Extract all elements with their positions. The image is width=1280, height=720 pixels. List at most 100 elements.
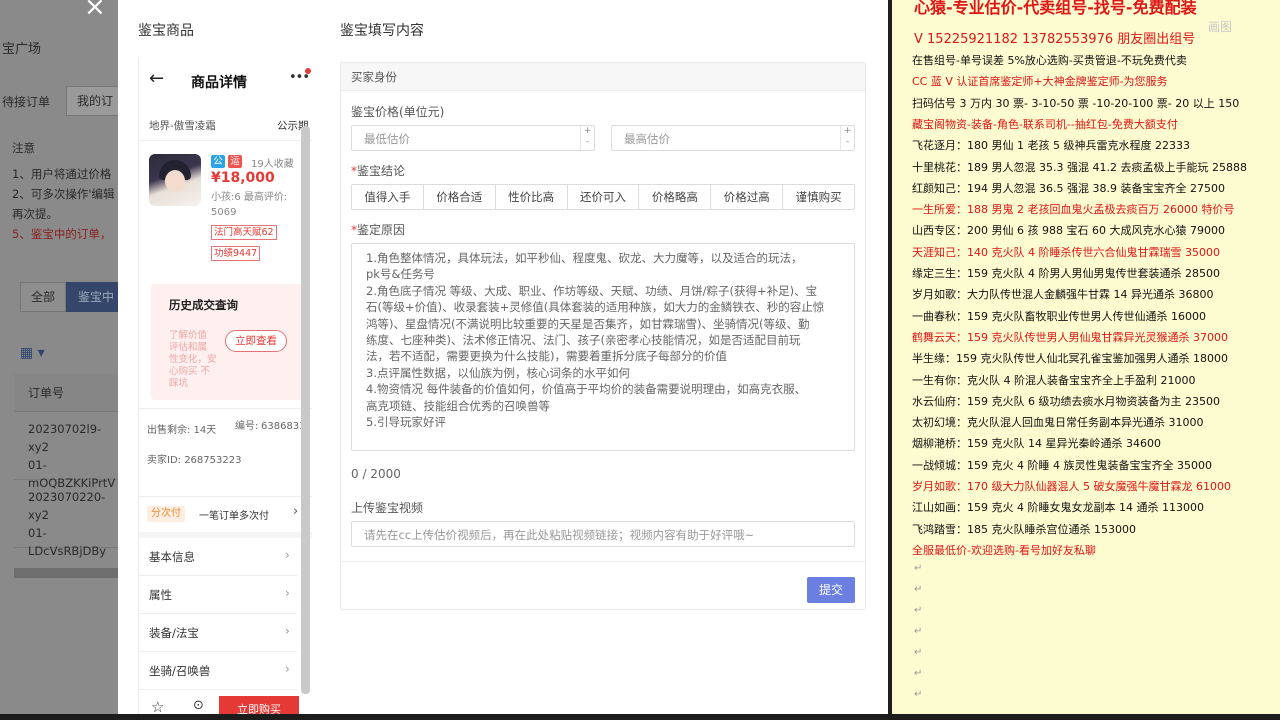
back-arrow-icon[interactable]: ← [149, 68, 164, 89]
listing-line: CC 蓝 V 认证首席鉴定师+大神金牌鉴定师-为您服务 [912, 75, 1168, 89]
conclusion-option[interactable]: 价格过高 [711, 185, 784, 209]
max-price-input[interactable]: 最高估价 + - [611, 125, 855, 151]
conclusion-option[interactable]: 价格略高 [639, 185, 712, 209]
paragraph-mark-icon: ↵ [914, 563, 923, 575]
chevron-right-icon: › [293, 504, 299, 519]
reason-placeholder-line: 高克项链、技能组合优秀的召唤兽等 [366, 398, 550, 413]
divider [139, 140, 312, 141]
reason-placeholder-line: 石(等级+价值)、收录套装+灵修值(具体套装的适用种族，如大力的金鳞铁衣、秒的容… [366, 300, 825, 315]
chevron-right-icon: › [285, 624, 290, 638]
installment-row[interactable]: 分次付 一笔订单多次付 › [147, 504, 307, 526]
min-price-placeholder: 最低估价 [364, 132, 410, 146]
listing-line: 岁月如歌：170 级大力队仙器混人 5 破女魔强牛魔甘霖龙 61000 [912, 480, 1231, 493]
reason-placeholder-line: 4.物资情况 每件装备的价值如何，价值高于平均价的装备需要说明理由，如高克衣服、 [366, 382, 807, 397]
paragraph-mark-icon: ↵ [914, 584, 923, 596]
order-id-part: 2023070220-xy2 [28, 490, 106, 522]
avatar-face [165, 170, 185, 192]
listing-line: 烟柳滟桥：159 克火队 14 星异光秦岭通杀 34600 [912, 437, 1161, 451]
conclusion-option[interactable]: 价格合适 [424, 185, 496, 209]
orders-table: 订单号 20230702l9-xy2 01- mOQBZKKiPrtV 2023… [14, 374, 118, 558]
video-link-placeholder: 请先在cc上传估价视频后，再在此处粘贴视频链接；视频内容有助于好评哦~ [364, 528, 755, 542]
chevron-right-icon: › [285, 548, 290, 562]
conclusion-option[interactable]: 还价可入 [568, 185, 640, 209]
notice-line-warning: 5、鉴宝中的订单， [12, 227, 112, 241]
divider [139, 408, 312, 409]
nav-item-label: 基本信息 [149, 550, 195, 564]
history-trade-card: 历史成交查询 了解价值 评估和属 性变化，安心购买 不踩坑 立即查看 [151, 284, 309, 400]
filter-appraising[interactable]: 鉴宝中 [66, 282, 118, 312]
listing-line: 一生有你：克火队 4 阶混人装备宝宝齐全上手盈利 21000 [912, 373, 1196, 387]
video-link-input[interactable]: 请先在cc上传估价视频后，再在此处粘贴视频链接；视频内容有助于好评哦~ [351, 521, 855, 547]
table-row[interactable]: 20230702l9-xy2 01- mOQBZKKiPrtV [14, 412, 118, 490]
reason-label: *鉴定原因 [351, 223, 406, 237]
nav-item-equipment[interactable]: 装备/法宝 › [139, 614, 297, 652]
conclusion-option[interactable]: 谨慎购买 [783, 185, 854, 209]
listing-line: 山西专区：200 男仙 6 孩 988 宝石 60 大成风克水心猿 79000 [912, 224, 1225, 238]
column-order-number: 订单号 [14, 374, 118, 412]
reason-label-text: 鉴定原因 [357, 223, 406, 237]
horizontal-scrollbar[interactable] [14, 568, 118, 578]
preview-scrollbar[interactable] [301, 126, 310, 694]
paragraph-mark-icon: ↵ [914, 689, 923, 701]
background-page: × 宝广场 待接订单 我的订 注意 1、用户将通过价格 2、可多次操作'编辑 再… [0, 0, 118, 720]
history-title: 历史成交查询 [169, 298, 238, 312]
reason-placeholder-line: 1.角色整体情况，具体玩法，如平秒仙、程度鬼、砍龙、大力魔等，以及适合的玩法， [366, 251, 803, 265]
bottom-bar [0, 714, 1280, 720]
character-avatar [149, 154, 201, 206]
chevron-right-icon: › [285, 662, 290, 676]
listing-line: 一生所爱：188 男鬼 2 老孩回血鬼火孟极去痰百万 26000 特价号 [912, 203, 1235, 217]
contact-phones: V 15225921182 13782553976 朋友圈出组号 [914, 32, 1196, 47]
public-badge: 公 [211, 155, 225, 168]
close-icon[interactable]: × [84, 0, 106, 22]
listing-line: 飞鸿踏雪：185 克火队睡杀宫位通杀 153000 [912, 522, 1136, 536]
nav-item-label: 坐骑/召唤兽 [149, 664, 211, 678]
attribute-tag: 法门高天赋62 [211, 225, 277, 240]
video-label: 上传鉴宝视频 [351, 501, 424, 515]
conclusion-option[interactable]: 值得入手 [352, 185, 424, 209]
listing-line: 鹤舞云天：159 克火队传世男人男仙鬼甘霖异光灵猴通杀 37000 [912, 330, 1228, 344]
listing-line: 水云仙府：159 克火队 6 级功绩去痰水月物资装备为主 23500 [912, 394, 1220, 408]
paragraph-mark-icon: ↵ [914, 605, 923, 617]
listing-line: 缘定三生：159 克火队 4 阶男人男仙男鬼传世套装通杀 28500 [912, 267, 1220, 280]
listing-id: 6386833 [261, 421, 306, 432]
nav-item-mounts[interactable]: 坐骑/召唤兽 › [139, 652, 297, 690]
notice-line: 再次提。 [12, 207, 58, 221]
favorites-count: 19人收藏 [251, 159, 294, 170]
product-price: ¥18,000 [211, 170, 275, 186]
listing-line: 扫码估号 3 万内 30 票- 3-10-50 票 -10-20-100 票- … [912, 96, 1240, 110]
tab-my-orders[interactable]: 我的订 [66, 86, 118, 116]
tab-pending-orders[interactable]: 待接订单 [0, 90, 56, 114]
stepper-icon[interactable]: + - [840, 126, 854, 150]
divider [139, 496, 312, 497]
conclusion-options: 值得入手 价格合适 性价比高 还价可入 价格略高 价格过高 谨慎购买 [351, 184, 855, 210]
reason-textarea[interactable]: 1.角色整体情况，具体玩法，如平秒仙、程度鬼、砍龙、大力魔等，以及适合的玩法， … [351, 243, 855, 451]
reason-placeholder-line: pk号&任务号 [366, 267, 435, 282]
tab-bar: 待接订单 我的订 [0, 86, 118, 116]
installment-text: 一笔订单多次付 [199, 511, 269, 522]
nav-item-attributes[interactable]: 属性 › [139, 576, 297, 614]
order-id-part: LDcVsRBjDBy [28, 544, 107, 558]
min-price-input[interactable]: 最低估价 + - [351, 125, 595, 151]
filter-all[interactable]: 全部 [20, 282, 66, 312]
stepper-icon[interactable]: + - [580, 126, 594, 150]
installment-tag: 分次付 [147, 506, 185, 522]
nav-item-basic-info[interactable]: 基本信息 › [139, 538, 297, 576]
listing-line: 一战倾城：159 克火 4 阶睡 4 族灵性鬼装备宝宝齐全 35000 [912, 458, 1212, 472]
remaining-time: 出售剩余: 14天 [147, 425, 217, 436]
conclusion-label: *鉴宝结论 [351, 164, 406, 178]
seller-id: 卖家ID: 268753223 [147, 455, 242, 466]
chevron-right-icon: › [285, 586, 290, 600]
order-id-part: 20230702l9-xy2 [28, 422, 102, 454]
clock-icon[interactable]: ⊙ [193, 698, 204, 713]
submit-button[interactable]: 提交 [807, 577, 855, 603]
view-history-button[interactable]: 立即查看 [225, 330, 287, 352]
table-row[interactable]: 2023070220-xy2 01- LDcVsRBjDBy [14, 480, 118, 558]
nav-item-label: 属性 [149, 588, 172, 602]
server-name: 地界-傲雪凌霜 [149, 120, 216, 132]
grid-view-icon[interactable]: ▦ ▾ [20, 345, 54, 363]
buyer-identity-label: 买家身份 [351, 70, 397, 84]
listing-line: 江山如画：159 克火 4 阶睡女鬼女龙副本 14 通杀 113000 [912, 501, 1204, 515]
listing-line: 藏宝阁物资-装备-角色-联系司机--抽红包-免费大额支付 [912, 117, 1178, 131]
conclusion-option[interactable]: 性价比高 [496, 185, 568, 209]
max-price-placeholder: 最高估价 [624, 132, 670, 146]
